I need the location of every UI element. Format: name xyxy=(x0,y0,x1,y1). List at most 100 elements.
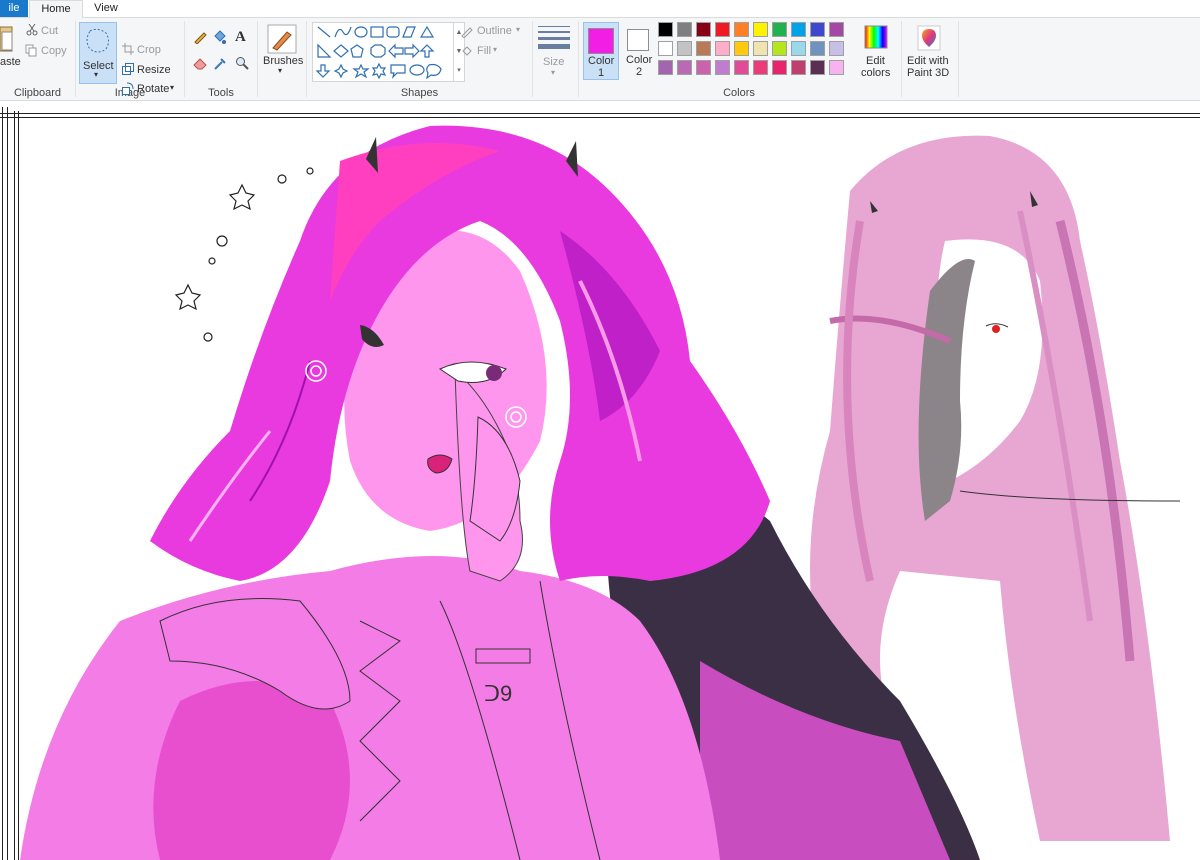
resize-icon[interactable] xyxy=(122,63,134,75)
paste-icon[interactable] xyxy=(0,24,14,54)
color2-label: Color xyxy=(626,54,653,66)
palette-swatch[interactable] xyxy=(696,41,711,56)
palette-swatch[interactable] xyxy=(829,41,844,56)
color-spectrum-icon xyxy=(864,25,888,49)
chevron-down-icon[interactable]: ▾ xyxy=(94,70,98,79)
palette-swatch[interactable] xyxy=(810,22,825,37)
rotate-icon[interactable] xyxy=(122,82,135,95)
color2-button[interactable]: Color 2 xyxy=(622,22,656,78)
color1-label: Color xyxy=(588,55,615,67)
palette-swatch[interactable] xyxy=(791,41,806,56)
brushes-icon xyxy=(267,24,297,54)
palette-swatch[interactable] xyxy=(658,22,673,37)
clipboard-group: aste Cut Copy Clipboard xyxy=(0,18,75,100)
fill-bucket-icon[interactable] xyxy=(212,30,226,44)
chevron-down-icon[interactable]: ▾ xyxy=(170,83,174,92)
cut-icon[interactable] xyxy=(26,24,38,36)
tab-view[interactable]: View xyxy=(82,0,130,17)
chevron-down-icon[interactable]: ▾ xyxy=(493,45,497,54)
palette-swatch[interactable] xyxy=(772,41,787,56)
paste-button[interactable]: aste xyxy=(0,56,21,68)
palette-swatch[interactable] xyxy=(772,22,787,37)
tools-group: A Tools xyxy=(185,18,257,100)
tools-label: Tools xyxy=(208,87,234,99)
palette-swatch[interactable] xyxy=(734,60,749,75)
shapes-group: ▲ ▼ ▾ Outline ▾ Fill ▾ Shapes xyxy=(307,18,532,100)
palette-swatch[interactable] xyxy=(677,60,692,75)
fill-button[interactable]: Fill xyxy=(477,45,491,57)
palette-swatch[interactable] xyxy=(791,22,806,37)
palette-swatch[interactable] xyxy=(677,22,692,37)
drawing-canvas-area[interactable]: ᑐ9 xyxy=(0,101,1200,860)
crop-icon[interactable] xyxy=(122,43,134,55)
palette-swatch[interactable] xyxy=(658,41,673,56)
palette-swatch[interactable] xyxy=(753,22,768,37)
palette-swatch[interactable] xyxy=(753,41,768,56)
ribbon-tab-bar: ile Home View xyxy=(0,0,1200,19)
clipboard-label: Clipboard xyxy=(13,87,62,99)
chevron-down-icon[interactable]: ▾ xyxy=(551,68,555,77)
shapes-gallery[interactable] xyxy=(312,22,454,82)
palette-swatch[interactable] xyxy=(696,22,711,37)
copy-button[interactable]: Copy xyxy=(41,45,67,57)
color1-number: 1 xyxy=(598,67,605,79)
shapes-gallery-icons xyxy=(315,25,442,80)
palette-swatch[interactable] xyxy=(753,60,768,75)
copy-icon[interactable] xyxy=(25,44,38,57)
pencil-icon[interactable] xyxy=(193,30,207,44)
colors-label: Colors xyxy=(723,87,755,99)
outline-button[interactable]: Outline xyxy=(477,25,512,37)
select-button[interactable]: Select ▾ xyxy=(79,22,117,84)
color2-number: 2 xyxy=(636,66,643,78)
palette-swatch[interactable] xyxy=(715,41,730,56)
ribbon: aste Cut Copy Clipboard Image Select ▾ C… xyxy=(0,18,1200,101)
color1-button[interactable]: Color 1 xyxy=(583,22,619,80)
fill-icon[interactable] xyxy=(460,45,473,58)
palette-swatch[interactable] xyxy=(658,60,673,75)
palette-swatch[interactable] xyxy=(810,60,825,75)
color2-swatch xyxy=(627,29,649,51)
palette-swatch[interactable] xyxy=(772,60,787,75)
palette-swatch[interactable] xyxy=(696,60,711,75)
palette-swatch[interactable] xyxy=(829,22,844,37)
brushes-group[interactable]: Brushes ▾ xyxy=(258,18,306,100)
divider xyxy=(958,21,959,97)
edit-colors-label-a: Edit xyxy=(866,55,885,67)
color-picker-icon[interactable] xyxy=(213,56,227,70)
palette-swatch[interactable] xyxy=(677,41,692,56)
divider xyxy=(578,21,579,97)
chevron-down-icon[interactable]: ▾ xyxy=(516,25,520,34)
edit-with-paint3d-button[interactable]: Edit with Paint 3D xyxy=(904,22,954,79)
palette-swatch[interactable] xyxy=(734,22,749,37)
cut-button[interactable]: Cut xyxy=(41,25,58,37)
drawing-artwork[interactable]: ᑐ9 xyxy=(0,101,1200,860)
rotate-button[interactable]: Rotate xyxy=(137,83,169,95)
palette-swatch[interactable] xyxy=(715,22,730,37)
magnifier-icon[interactable] xyxy=(235,56,249,70)
select-label: Select xyxy=(83,60,114,72)
edit-colors-label-b: colors xyxy=(861,67,891,79)
paint3d-label-a: Edit with xyxy=(907,55,949,67)
outline-icon[interactable] xyxy=(460,25,473,38)
text-tool-icon[interactable]: A xyxy=(235,29,246,46)
palette-swatch[interactable] xyxy=(715,60,730,75)
brushes-label: Brushes xyxy=(263,55,304,67)
edit-colors-button[interactable]: Edit colors xyxy=(857,22,895,79)
paint3d-icon xyxy=(917,25,941,51)
line-size-icon xyxy=(538,26,570,49)
tab-file[interactable]: ile xyxy=(0,0,28,17)
tab-home[interactable]: Home xyxy=(29,0,83,19)
chevron-down-icon[interactable]: ▾ xyxy=(278,66,282,75)
eraser-icon[interactable] xyxy=(193,56,207,70)
palette-swatch[interactable] xyxy=(829,60,844,75)
crop-button[interactable]: Crop xyxy=(137,44,161,56)
shapes-label: Shapes xyxy=(400,87,439,99)
resize-button[interactable]: Resize xyxy=(137,64,171,76)
select-lasso-icon xyxy=(86,28,109,53)
palette-swatch[interactable] xyxy=(734,41,749,56)
palette-swatch[interactable] xyxy=(810,41,825,56)
divider xyxy=(901,21,902,97)
size-group[interactable]: Size ▾ xyxy=(533,18,577,100)
svg-text:ᑐ9: ᑐ9 xyxy=(484,681,512,706)
palette-swatch[interactable] xyxy=(791,60,806,75)
